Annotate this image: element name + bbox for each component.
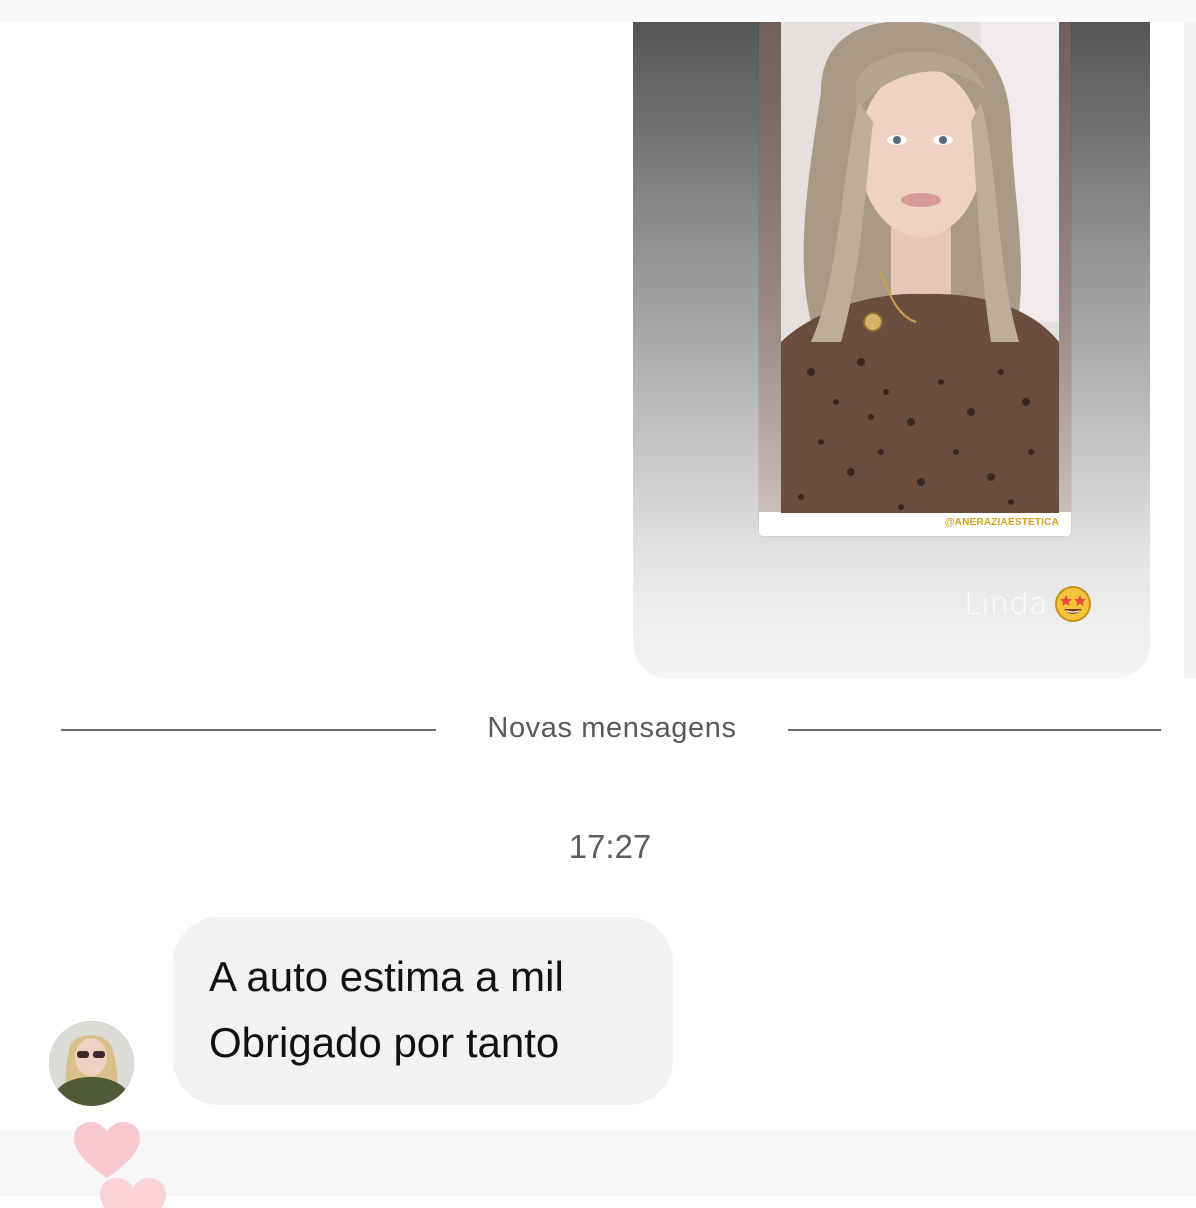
story-photo — [781, 22, 1059, 513]
new-messages-label: Novas mensagens — [487, 712, 737, 744]
composer-area — [0, 1131, 1196, 1196]
story-preview[interactable]: @ANERAZIAESTETICA — [759, 22, 1071, 536]
story-frame-edge — [1059, 22, 1071, 512]
divider-line — [61, 729, 436, 731]
story-caption: Linda — [964, 585, 1092, 623]
story-frame-edge — [759, 22, 781, 512]
divider-line — [788, 729, 1161, 731]
top-strip — [0, 0, 1196, 22]
woman-portrait-image — [781, 22, 1059, 513]
message-text-line: Obrigado por tanto — [209, 1019, 560, 1066]
star-struck-emoji-icon — [1055, 586, 1091, 622]
message-text-line: A auto estima a mil — [209, 953, 564, 1000]
scrollbar[interactable] — [1184, 22, 1196, 678]
message-bubble[interactable]: A auto estima a mil Obrigado por tanto — [173, 917, 673, 1105]
sender-avatar[interactable] — [49, 1021, 134, 1106]
message-timestamp: 17:27 — [568, 828, 652, 865]
story-handle-text: @ANERAZIAESTETICA — [944, 517, 1059, 528]
heart-icon — [74, 1122, 140, 1178]
heart-icon — [100, 1178, 166, 1208]
story-reply-card[interactable]: @ANERAZIAESTETICA Linda — [633, 22, 1150, 678]
avatar-image — [49, 1021, 134, 1106]
story-caption-text: Linda — [964, 586, 1048, 622]
